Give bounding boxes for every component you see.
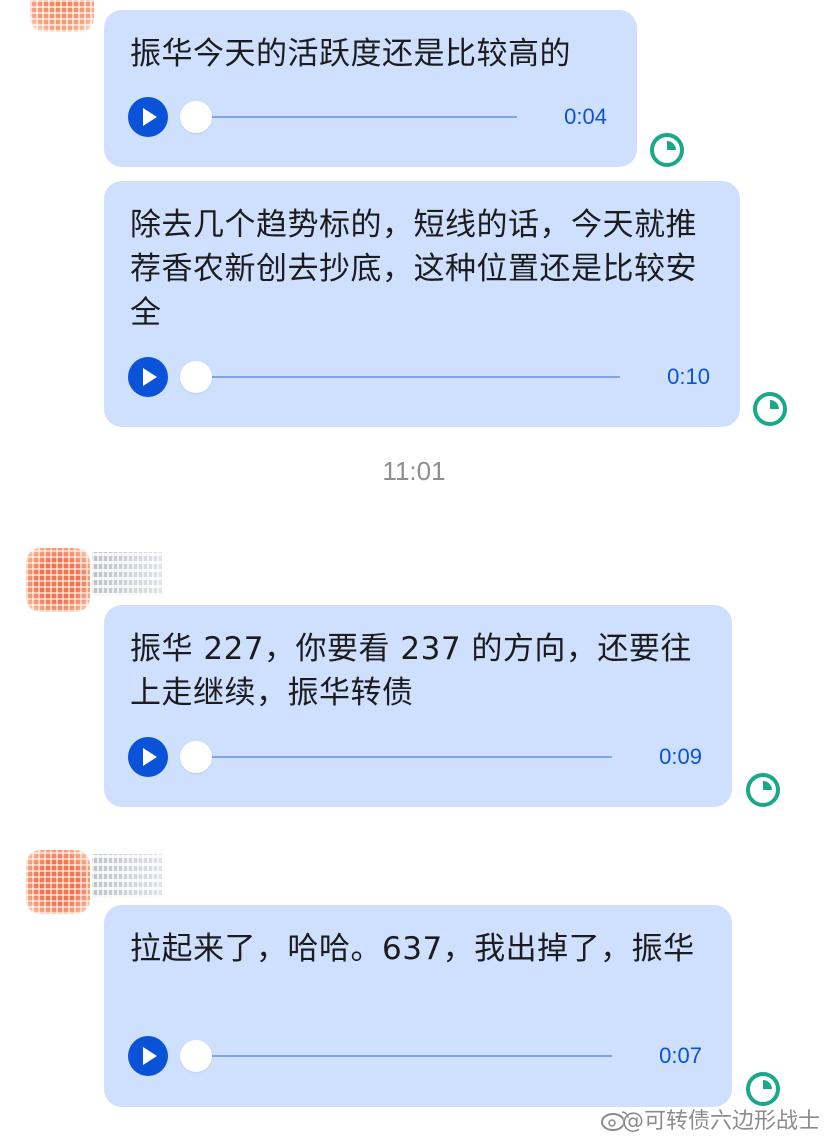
audio-scrubber-handle[interactable] xyxy=(180,741,212,773)
audio-progress-track[interactable] xyxy=(196,376,620,378)
audio-scrubber-handle[interactable] xyxy=(180,1040,212,1072)
message-transcript: 振华 227，你要看 237 的方向，还要往上走继续，振华转债 xyxy=(130,631,692,711)
voice-message-bubble[interactable]: 振华 227，你要看 237 的方向，还要往上走继续，振华转债 0:09 xyxy=(104,605,732,807)
voice-player: 0:07 xyxy=(128,1036,702,1076)
chat-screen: 振华今天的活跃度还是比较高的 0:04 除去几个趋势标的，短线的话，今天就推荐香… xyxy=(0,0,828,1141)
audio-scrubber-handle[interactable] xyxy=(180,361,212,393)
voice-message-bubble[interactable]: 振华今天的活跃度还是比较高的 0:04 xyxy=(104,10,637,167)
message-timestamp: 11:01 xyxy=(382,456,446,486)
voice-message-bubble[interactable]: 拉起来了，哈哈。637，我出掉了，振华 0:07 xyxy=(104,905,732,1107)
audio-duration: 0:04 xyxy=(564,104,607,129)
message-transcript: 拉起来了，哈哈。637，我出掉了，振华 xyxy=(130,931,695,967)
play-icon[interactable] xyxy=(128,97,168,137)
watermark-text: @可转债六边形战士 xyxy=(621,1109,820,1134)
message-transcript: 除去几个趋势标的，短线的话，今天就推荐香农新创去抄底，这种位置还是比较安全 xyxy=(130,207,697,331)
audio-progress-track[interactable] xyxy=(196,1055,612,1057)
clock-icon xyxy=(650,133,684,167)
avatar[interactable] xyxy=(26,850,90,914)
audio-progress-track[interactable] xyxy=(196,116,517,118)
voice-player: 0:10 xyxy=(128,357,710,397)
voice-message-bubble[interactable]: 除去几个趋势标的，短线的话，今天就推荐香农新创去抄底，这种位置还是比较安全 0:… xyxy=(104,181,740,427)
audio-scrubber-handle[interactable] xyxy=(180,101,212,133)
audio-duration: 0:07 xyxy=(659,1043,702,1068)
clock-icon xyxy=(746,773,780,807)
audio-duration: 0:10 xyxy=(667,364,710,389)
clock-icon xyxy=(746,1072,780,1106)
sender-name xyxy=(92,552,162,596)
play-icon[interactable] xyxy=(128,1036,168,1076)
avatar[interactable] xyxy=(26,548,90,612)
audio-duration: 0:09 xyxy=(659,744,702,769)
voice-player: 0:09 xyxy=(128,737,702,777)
play-icon[interactable] xyxy=(128,357,168,397)
play-icon[interactable] xyxy=(128,737,168,777)
sender-name xyxy=(92,854,162,898)
clock-icon xyxy=(753,392,787,426)
message-transcript: 振华今天的活跃度还是比较高的 xyxy=(130,36,571,72)
voice-player: 0:04 xyxy=(128,97,607,137)
avatar[interactable] xyxy=(30,0,94,32)
audio-progress-track[interactable] xyxy=(196,756,612,758)
